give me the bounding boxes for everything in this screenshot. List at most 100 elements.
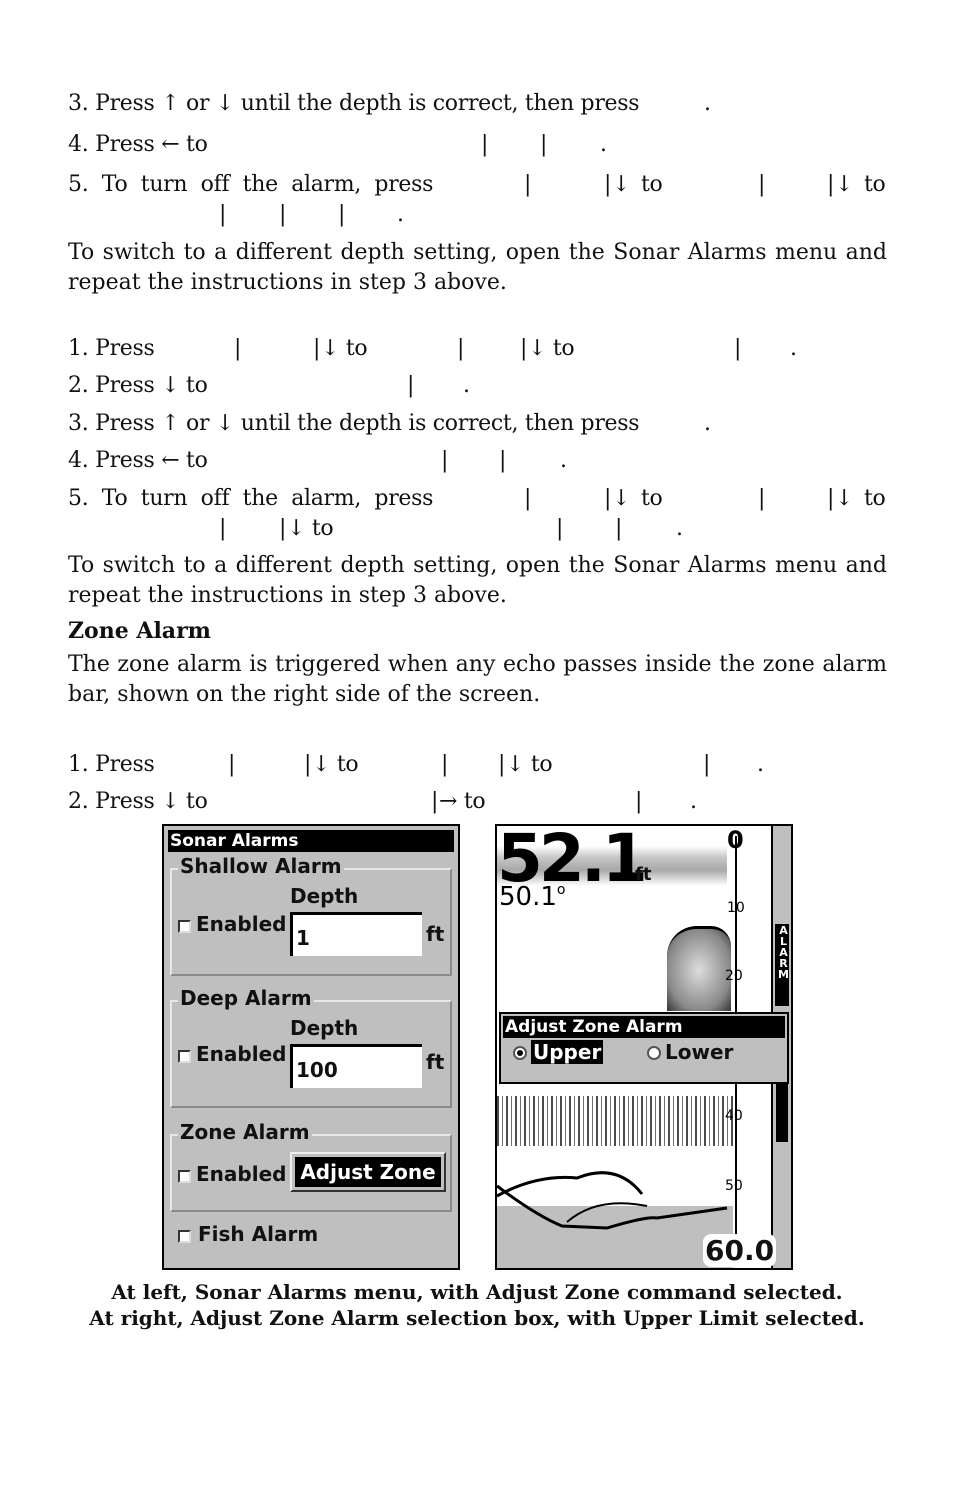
to: to xyxy=(641,486,663,511)
figure-caption-line-1: At left, Sonar Alarms menu, with Adjust … xyxy=(111,1280,843,1304)
separator: | xyxy=(734,336,742,361)
temperature-readout: 50.1o xyxy=(499,882,565,912)
temperature-value: 50.1 xyxy=(499,882,557,912)
separator: | xyxy=(499,448,507,473)
fish-alarm-checkbox[interactable] xyxy=(178,1230,191,1243)
deep-alarm-group: Deep Alarm Depth Enabled 100 ft xyxy=(170,986,452,1108)
separator: | xyxy=(338,202,346,227)
degree-icon: o xyxy=(556,882,566,898)
period: . xyxy=(560,448,567,473)
separator: | xyxy=(635,789,643,814)
step-4-period: . xyxy=(600,132,607,157)
separator: | xyxy=(556,516,564,541)
separator: | xyxy=(219,516,227,541)
separator: | xyxy=(524,486,532,511)
separator: | xyxy=(758,172,766,197)
period: . xyxy=(757,752,764,777)
upper-label[interactable]: Upper xyxy=(531,1040,604,1064)
down-to: ↓ to xyxy=(506,752,553,777)
zone-alarm-group: Zone Alarm Enabled Adjust Zone xyxy=(170,1120,452,1212)
period: . xyxy=(704,411,711,436)
separator: | xyxy=(498,752,506,777)
down-arrow-icon: ↓ xyxy=(835,172,854,197)
fish-alarm-label: Fish Alarm xyxy=(198,1222,319,1246)
step-5-text: 5. To turn off the alarm, press xyxy=(68,172,434,197)
shallow-alarm-group: Shallow Alarm Depth Enabled 1 ft xyxy=(170,854,452,976)
period: . xyxy=(463,373,470,398)
period: . xyxy=(690,789,697,814)
step-5-text: 5. To turn off the alarm, press xyxy=(68,486,434,511)
step-3-text: 3. Press ↑ or ↓ until the depth is corre… xyxy=(68,91,640,116)
separator: | xyxy=(481,132,489,157)
scale-tick-label: 20 xyxy=(725,968,743,984)
lower-radio[interactable] xyxy=(647,1046,661,1060)
step-4-text: 4. Press ← to xyxy=(68,132,208,157)
scale-tick-label: 50 xyxy=(725,1178,743,1194)
upper-radio[interactable] xyxy=(513,1046,527,1060)
depth-label: Depth xyxy=(290,1016,359,1040)
separator: | xyxy=(827,486,835,511)
shallow-depth-field[interactable]: 1 xyxy=(290,912,422,956)
period: . xyxy=(676,516,683,541)
enabled-label: Enabled xyxy=(196,1042,287,1066)
separator: | xyxy=(313,336,321,361)
unit-label: ft xyxy=(426,922,445,946)
separator: | xyxy=(604,172,612,197)
separator: | xyxy=(524,172,532,197)
paragraph-switch-depth-2: To switch to a different depth setting, … xyxy=(68,553,887,608)
separator: | xyxy=(304,752,312,777)
deep-alarm-label: Deep Alarm xyxy=(178,986,314,1010)
zone-enabled-checkbox[interactable] xyxy=(178,1170,191,1183)
depth-label: Depth xyxy=(290,884,359,908)
figure-caption-line-2: At right, Adjust Zone Alarm selection bo… xyxy=(89,1306,865,1330)
separator: | xyxy=(540,132,548,157)
shallow-enabled-checkbox[interactable] xyxy=(178,920,191,933)
enabled-label: Enabled xyxy=(196,1162,287,1186)
to: to xyxy=(864,486,886,511)
step-2-text: 2. Press ↓ to xyxy=(68,373,208,398)
paragraph-switch-depth: To switch to a different depth setting, … xyxy=(68,240,887,295)
step-2-text: 2. Press ↓ to xyxy=(68,789,208,814)
enabled-label: Enabled xyxy=(196,912,287,936)
down-to: ↓ to xyxy=(312,752,359,777)
separator: | xyxy=(827,172,835,197)
step-3-period: . xyxy=(704,91,711,116)
alarm-tag-text: ALARM xyxy=(777,924,790,979)
adjust-zone-button[interactable]: Adjust Zone xyxy=(290,1152,446,1192)
separator: | xyxy=(604,486,612,511)
separator: | xyxy=(441,448,449,473)
section-heading-zone-alarm: Zone Alarm xyxy=(68,618,211,644)
sonar-display-screenshot: 52.1 ft 50.1o 0 10 20 40 50 ALARM 60.0 A… xyxy=(495,824,793,1270)
zone-alarm-bar[interactable] xyxy=(776,1082,788,1142)
separator: | xyxy=(279,516,287,541)
down-to: ↓ to xyxy=(321,336,368,361)
down-arrow-icon: ↓ xyxy=(612,486,631,511)
separator: | xyxy=(279,202,287,227)
adjust-zone-alarm-dialog: Adjust Zone Alarm Upper Lower xyxy=(499,1012,789,1084)
echo-band xyxy=(497,1096,733,1146)
step-5-to: to xyxy=(864,172,886,197)
step-5-period: . xyxy=(397,202,404,227)
menu-title: Sonar Alarms xyxy=(168,830,454,852)
scale-tick-label: 0 xyxy=(727,826,744,854)
bottom-depth-readout: 60.0 xyxy=(703,1234,777,1267)
paragraph-zone-alarm: The zone alarm is triggered when any ech… xyxy=(68,652,887,707)
lower-label[interactable]: Lower xyxy=(665,1040,733,1064)
separator: | xyxy=(520,336,528,361)
separator: | xyxy=(615,516,623,541)
shallow-alarm-label: Shallow Alarm xyxy=(178,854,344,878)
period: . xyxy=(790,336,797,361)
down-to: ↓ to xyxy=(287,516,334,541)
separator: | xyxy=(234,336,242,361)
alarm-indicator: ALARM xyxy=(775,924,790,1006)
separator: | xyxy=(441,752,449,777)
separator: | xyxy=(431,789,439,814)
deep-enabled-checkbox[interactable] xyxy=(178,1050,191,1063)
down-arrow-icon: ↓ xyxy=(835,486,854,511)
adjust-zone-label: Adjust Zone xyxy=(295,1157,441,1187)
deep-depth-field[interactable]: 100 xyxy=(290,1044,422,1088)
separator: | xyxy=(219,202,227,227)
unit-label: ft xyxy=(426,1050,445,1074)
separator: | xyxy=(703,752,711,777)
sonar-alarms-menu-screenshot: Sonar Alarms Shallow Alarm Depth Enabled… xyxy=(162,824,460,1270)
